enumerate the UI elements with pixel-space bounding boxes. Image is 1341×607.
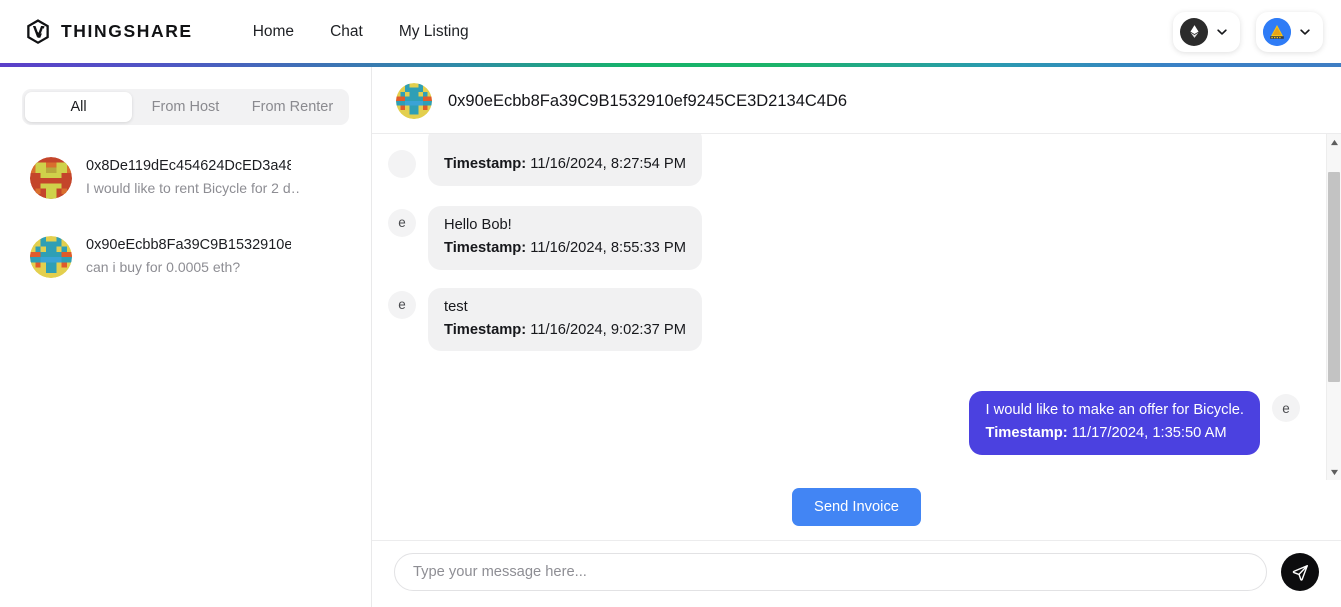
- message-timestamp: Timestamp: 11/16/2024, 8:55:33 PM: [444, 238, 686, 259]
- timestamp-label: Timestamp:: [985, 425, 1068, 442]
- message-text: Hello Bob!: [444, 216, 512, 233]
- conversation-preview: I would like to rent Bicycle for 2 d…: [86, 180, 301, 197]
- paper-plane-icon: [1292, 564, 1309, 581]
- brand-logo-area[interactable]: THINGSHARE: [24, 18, 193, 46]
- send-invoice-button[interactable]: Send Invoice: [792, 488, 921, 526]
- main-layout: All From Host From Renter 0x8De119dEc454…: [0, 67, 1341, 607]
- timestamp-value: 11/16/2024, 8:55:33 PM: [530, 239, 686, 256]
- nav-link-my-listing[interactable]: My Listing: [399, 23, 469, 41]
- list-item-text: 0x8De119dEc454624DcED3a48030 I would lik…: [86, 156, 301, 201]
- timestamp-label: Timestamp:: [444, 321, 527, 338]
- invoice-action-area: Send Invoice: [372, 480, 1341, 540]
- nav-right-controls: [1173, 11, 1323, 52]
- ethereum-icon: [1180, 17, 1208, 46]
- message-row: e test Timestamp: 11/16/2024, 9:02:37 PM: [388, 287, 1300, 352]
- timestamp-label: Timestamp:: [444, 156, 527, 172]
- timestamp-value: 11/16/2024, 8:27:54 PM: [530, 156, 686, 172]
- message-bubble: Hello Bob! Timestamp: 11/16/2024, 8:55:3…: [428, 205, 702, 270]
- send-message-button[interactable]: [1281, 553, 1319, 591]
- brand-name: THINGSHARE: [61, 21, 193, 41]
- conversation-list: 0x8De119dEc454624DcED3a48030 I would lik…: [22, 147, 349, 289]
- conversation-preview: can i buy for 0.0005 eth?: [86, 258, 241, 275]
- tab-all[interactable]: All: [25, 92, 132, 122]
- conversation-address: 0x90eEcbb8Fa39C9B1532910ef92: [86, 236, 291, 253]
- blockie-avatar-icon: [30, 236, 72, 279]
- message-bubble: Timestamp: 11/16/2024, 8:27:54 PM: [428, 134, 702, 186]
- chevron-down-icon: [1298, 25, 1312, 39]
- conversations-sidebar: All From Host From Renter 0x8De119dEc454…: [0, 67, 372, 607]
- avatar: e: [388, 290, 416, 319]
- account-menu[interactable]: [1256, 11, 1323, 52]
- timestamp-value: 11/16/2024, 9:02:37 PM: [530, 321, 686, 338]
- scrollbar-track[interactable]: [1327, 150, 1341, 464]
- message-bubble: I would like to make an offer for Bicycl…: [969, 391, 1260, 456]
- user-avatar-icon: [1263, 17, 1291, 46]
- conversation-address: 0x8De119dEc454624DcED3a48030: [86, 158, 291, 174]
- tab-from-renter[interactable]: From Renter: [239, 92, 346, 122]
- messages-scrollbar[interactable]: [1326, 134, 1341, 480]
- nav-link-home[interactable]: Home: [253, 23, 294, 41]
- hexagon-logo-icon: [24, 18, 52, 46]
- timestamp-label: Timestamp:: [444, 239, 527, 256]
- message-timestamp: Timestamp: 11/17/2024, 1:35:50 AM: [985, 423, 1244, 444]
- chat-header: 0x90eEcbb8Fa39C9B1532910ef9245CE3D2134C4…: [372, 67, 1341, 134]
- wallet-network-selector[interactable]: [1173, 11, 1240, 52]
- conversation-filter-tabs: All From Host From Renter: [22, 89, 349, 125]
- list-item-text: 0x90eEcbb8Fa39C9B1532910ef92 can i buy f…: [86, 235, 291, 280]
- scroll-up-arrow-icon[interactable]: [1327, 134, 1341, 150]
- list-item[interactable]: 0x8De119dEc454624DcED3a48030 I would lik…: [26, 147, 345, 210]
- message-text: test: [444, 298, 468, 315]
- tab-from-host[interactable]: From Host: [132, 92, 239, 122]
- scrollbar-thumb[interactable]: [1328, 172, 1340, 382]
- avatar: e: [1272, 394, 1300, 423]
- main-nav-links: Home Chat My Listing: [253, 23, 469, 41]
- timestamp-value: 11/17/2024, 1:35:50 AM: [1071, 425, 1227, 442]
- message-text: I would like to make an offer for Bicycl…: [985, 402, 1244, 419]
- blockie-avatar-icon: [30, 157, 72, 200]
- avatar: e: [388, 208, 416, 237]
- top-navigation-bar: THINGSHARE Home Chat My Listing: [0, 0, 1341, 63]
- message-row: I would like to make an offer for Bicycl…: [388, 391, 1300, 456]
- avatar: e: [388, 150, 416, 178]
- message-timestamp: Timestamp: 11/16/2024, 8:27:54 PM: [444, 154, 686, 175]
- message-row: e Timestamp: 11/16/2024, 8:27:54 PM: [388, 134, 1300, 186]
- chat-panel: 0x90eEcbb8Fa39C9B1532910ef9245CE3D2134C4…: [372, 67, 1341, 607]
- scroll-down-arrow-icon[interactable]: [1327, 464, 1341, 480]
- message-row: e Hello Bob! Timestamp: 11/16/2024, 8:55…: [388, 205, 1300, 270]
- message-list: e Timestamp: 11/16/2024, 8:27:54 PM e He…: [372, 134, 1326, 480]
- blockie-avatar-icon: [396, 83, 432, 119]
- message-input[interactable]: [394, 553, 1267, 591]
- message-composer: [372, 540, 1341, 607]
- message-bubble: test Timestamp: 11/16/2024, 9:02:37 PM: [428, 287, 702, 352]
- messages-viewport: e Timestamp: 11/16/2024, 8:27:54 PM e He…: [372, 134, 1341, 480]
- chat-title: 0x90eEcbb8Fa39C9B1532910ef9245CE3D2134C4…: [448, 91, 848, 110]
- message-timestamp: Timestamp: 11/16/2024, 9:02:37 PM: [444, 320, 686, 341]
- list-item[interactable]: 0x90eEcbb8Fa39C9B1532910ef92 can i buy f…: [26, 226, 345, 289]
- chevron-down-icon: [1215, 25, 1229, 39]
- nav-link-chat[interactable]: Chat: [330, 23, 363, 41]
